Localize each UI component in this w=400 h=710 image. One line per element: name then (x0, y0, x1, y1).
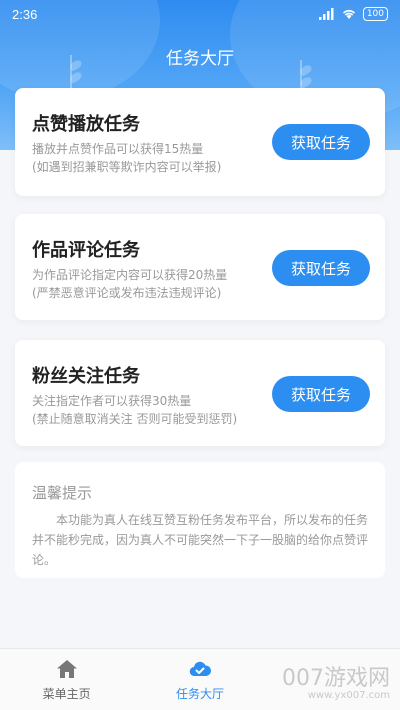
task-description: 关注指定作者可以获得30热量 (禁止随意取消关注 否则可能受到惩罚) (32, 392, 272, 428)
tab-label: 菜单主页 (42, 687, 91, 701)
tips-card: 温馨提示 本功能为真人在线互赞互粉任务发布平台，所以发布的任务并不能秒完成，因为… (15, 462, 385, 578)
bottom-tab-bar: 菜单主页 任务大厅 (0, 648, 400, 710)
task-title: 粉丝关注任务 (32, 366, 140, 387)
task-description: 播放并点赞作品可以获得15热量 (如遇到招兼职等欺诈内容可以举报) (32, 140, 272, 176)
status-bar: 2:36 100 (0, 0, 400, 28)
get-task-button[interactable]: 获取任务 (272, 124, 370, 160)
signal-icon (318, 8, 334, 20)
task-desc-line: 播放并点赞作品可以获得15热量 (32, 142, 204, 156)
get-task-button[interactable]: 获取任务 (272, 250, 370, 286)
home-icon (56, 660, 77, 678)
task-desc-line: 关注指定作者可以获得30热量 (32, 394, 192, 408)
tab-task-hall[interactable]: 任务大厅 (133, 649, 266, 710)
tab-label: 任务大厅 (175, 687, 224, 701)
get-task-button[interactable]: 获取任务 (272, 376, 370, 412)
task-desc-note: (如遇到招兼职等欺诈内容可以举报) (32, 160, 222, 174)
task-desc-note: (禁止随意取消关注 否则可能受到惩罚) (32, 412, 238, 426)
task-card-follow: 粉丝关注任务 关注指定作者可以获得30热量 (禁止随意取消关注 否则可能受到惩罚… (15, 340, 385, 446)
tab-home[interactable]: 菜单主页 (0, 649, 133, 710)
tips-title: 温馨提示 (32, 484, 93, 502)
tips-text: 本功能为真人在线互赞互粉任务发布平台，所以发布的任务并不能秒完成，因为真人不可能… (32, 513, 369, 567)
task-description: 为作品评论指定内容可以获得20热量 (严禁恶意评论或发布违法违规评论) (32, 266, 272, 302)
page-title: 任务大厅 (166, 49, 234, 69)
task-desc-line: 为作品评论指定内容可以获得20热量 (32, 268, 228, 282)
task-card-comment: 作品评论任务 为作品评论指定内容可以获得20热量 (严禁恶意评论或发布违法违规评… (15, 214, 385, 320)
tab-spacer (267, 649, 400, 710)
cloud-check-icon (189, 661, 211, 677)
wifi-icon (342, 9, 355, 19)
task-title: 作品评论任务 (32, 240, 140, 261)
status-time: 2:36 (12, 6, 38, 22)
battery-indicator: 100 (362, 7, 388, 21)
task-desc-note: (严禁恶意评论或发布违法违规评论) (32, 286, 222, 300)
task-title: 点赞播放任务 (32, 114, 140, 135)
task-card-like-play: 点赞播放任务 播放并点赞作品可以获得15热量 (如遇到招兼职等欺诈内容可以举报)… (15, 88, 385, 196)
